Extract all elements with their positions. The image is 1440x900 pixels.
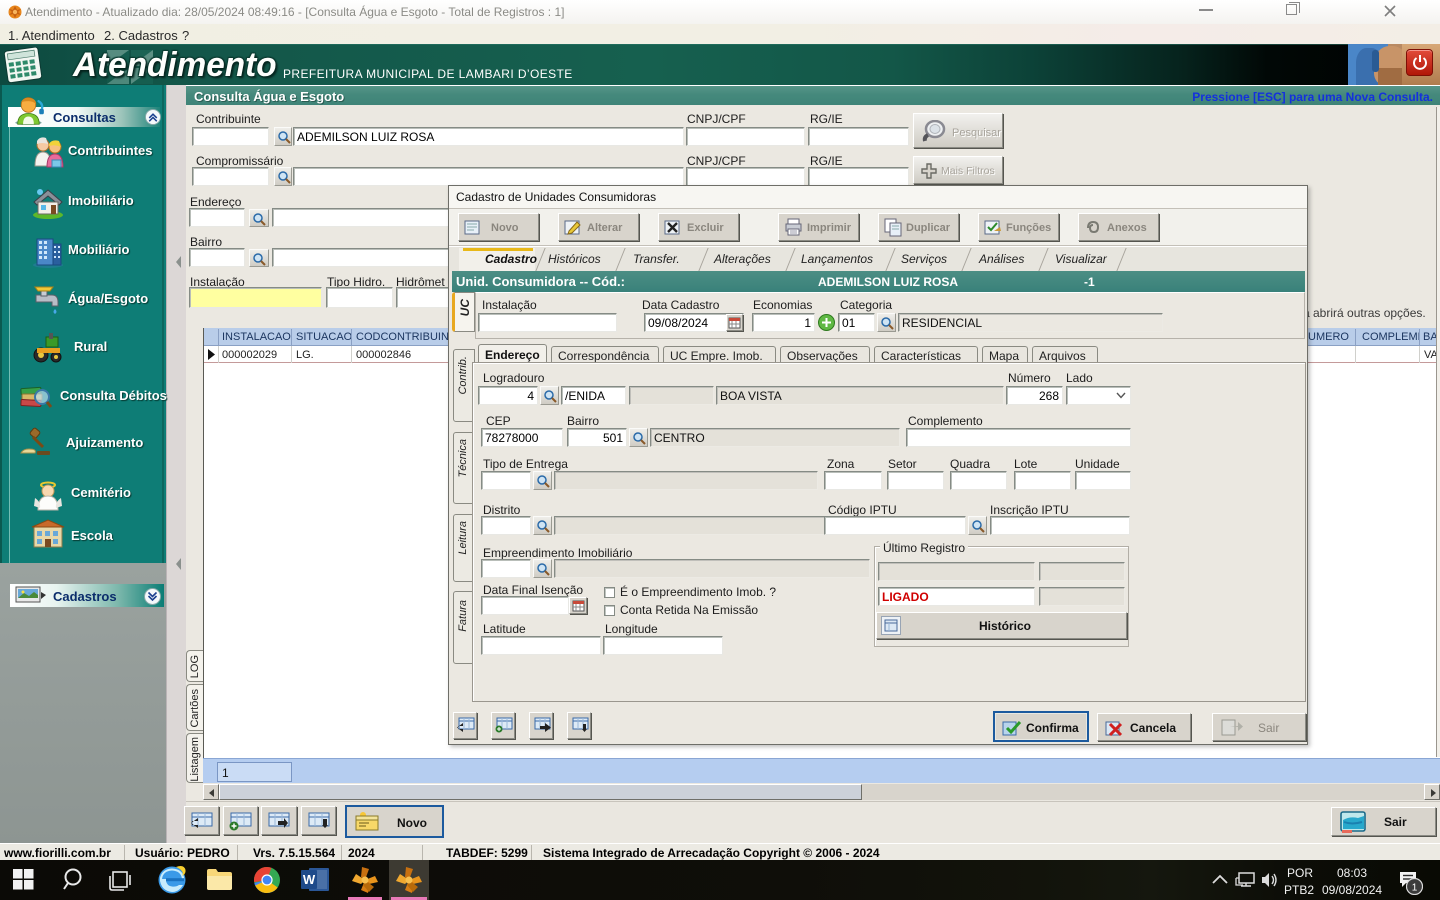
svg-text:W: W bbox=[303, 872, 316, 887]
svg-text:1: 1 bbox=[1412, 883, 1418, 894]
